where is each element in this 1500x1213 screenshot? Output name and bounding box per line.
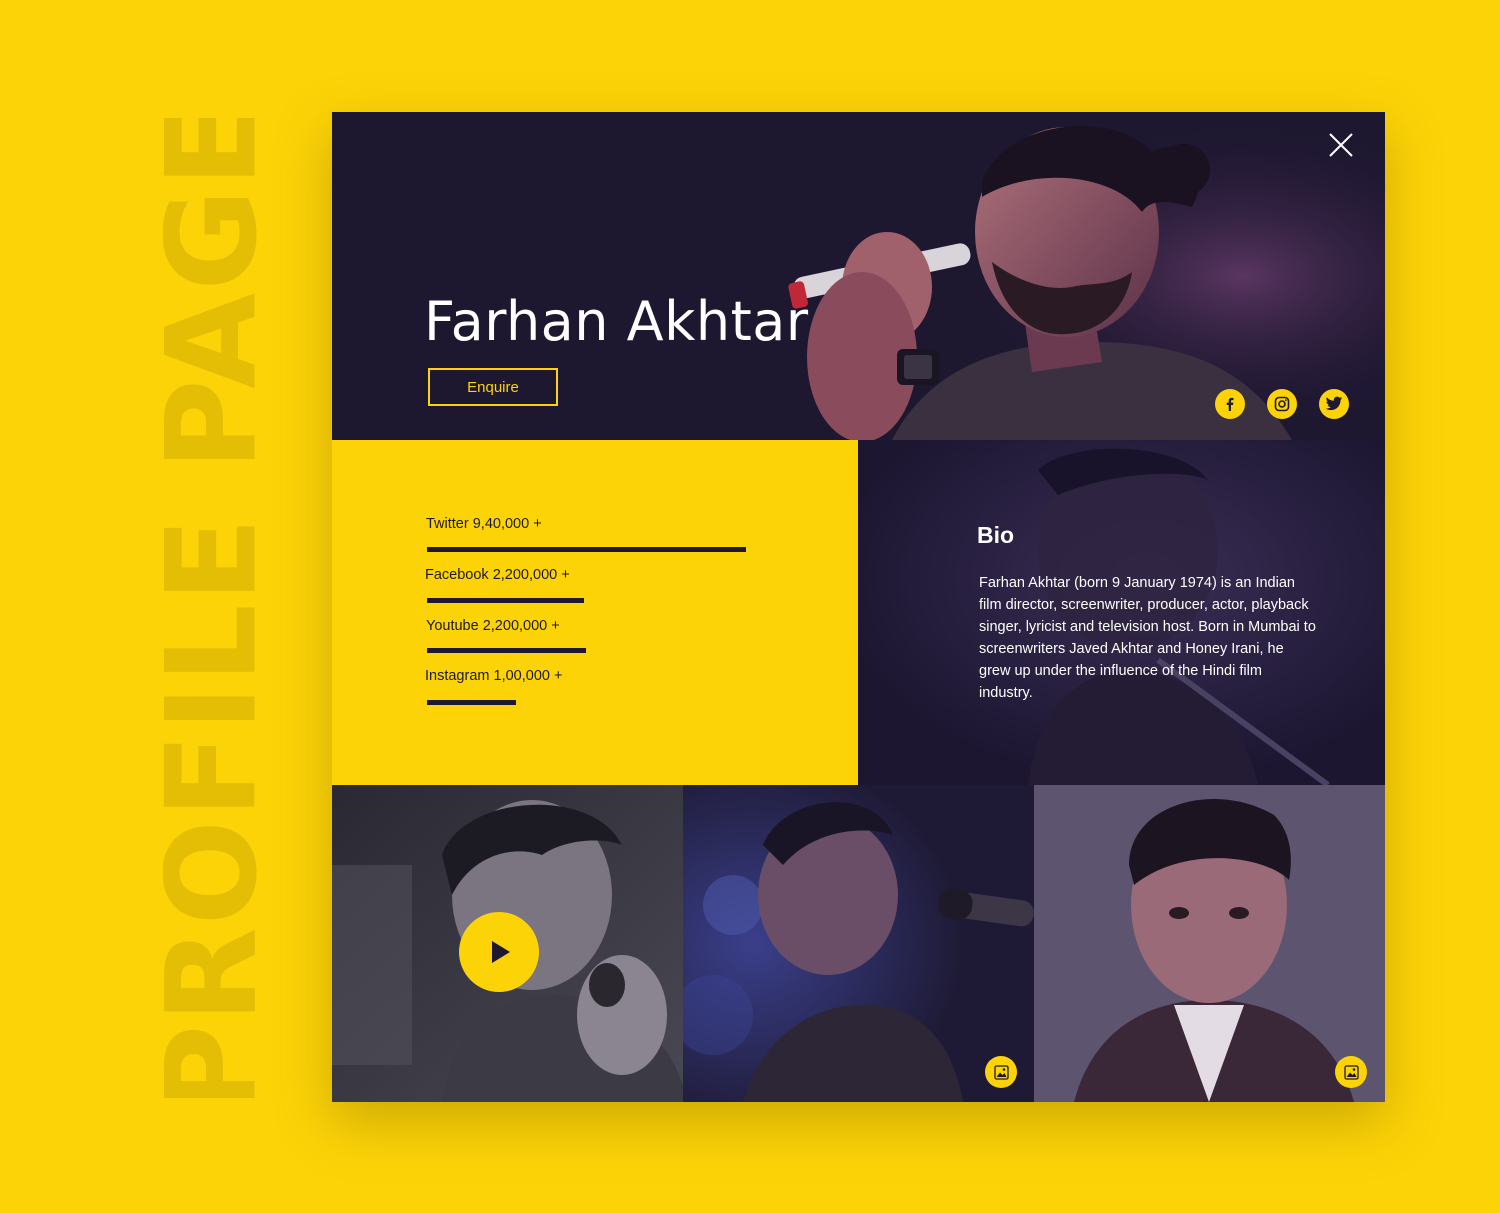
bio-section: Bio Farhan Akhtar (born 9 January 1974) … xyxy=(858,440,1385,785)
play-icon[interactable] xyxy=(459,912,539,992)
profile-card: Farhan Akhtar Enquire Twitter 9,40,000 +… xyxy=(332,112,1385,1102)
close-icon[interactable] xyxy=(1328,132,1354,158)
stat-label: Youtube 2,200,000 + xyxy=(426,618,560,634)
stat-bar-facebook xyxy=(427,598,584,603)
enquire-button[interactable]: Enquire xyxy=(428,368,558,406)
stat-youtube: Youtube 2,200,000 + xyxy=(426,618,560,634)
stat-bar-youtube xyxy=(427,648,586,653)
twitter-icon[interactable] xyxy=(1319,389,1349,419)
gallery-photo xyxy=(683,785,1034,1102)
image-icon[interactable] xyxy=(985,1056,1017,1088)
hero-section: Farhan Akhtar Enquire xyxy=(332,112,1385,440)
image-icon[interactable] xyxy=(1335,1056,1367,1088)
instagram-icon[interactable] xyxy=(1267,389,1297,419)
gallery-video-tile[interactable] xyxy=(332,785,683,1102)
facebook-icon[interactable] xyxy=(1215,389,1245,419)
gallery-image-tile[interactable] xyxy=(683,785,1034,1102)
stat-label: Twitter 9,40,000 + xyxy=(426,516,542,532)
gallery-photo xyxy=(1034,785,1385,1102)
stat-twitter: Twitter 9,40,000 + xyxy=(426,516,542,532)
bio-text: Farhan Akhtar (born 9 January 1974) is a… xyxy=(979,575,1316,701)
side-title-text: PROFILE PAGE xyxy=(163,118,263,1098)
profile-name: Farhan Akhtar xyxy=(424,290,809,353)
bio-title: Bio xyxy=(977,522,1015,548)
stats-section: Twitter 9,40,000 + Facebook 2,200,000 + … xyxy=(332,440,858,785)
stat-label: Instagram 1,00,000 + xyxy=(425,668,563,684)
side-title: PROFILE PAGE xyxy=(163,118,263,1098)
stat-label: Facebook 2,200,000 + xyxy=(425,567,570,583)
stat-bar-twitter xyxy=(427,547,746,552)
stat-instagram: Instagram 1,00,000 + xyxy=(425,668,562,684)
stat-bar-instagram xyxy=(427,700,516,705)
stat-facebook: Facebook 2,200,000 + xyxy=(425,567,570,583)
gallery-image-tile[interactable] xyxy=(1034,785,1385,1102)
